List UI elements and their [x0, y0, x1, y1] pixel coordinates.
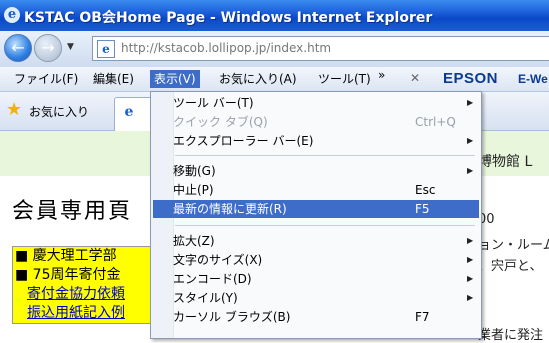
- navigation-bar: ← → ▼ e http://kstacob.lollipop.jp/index…: [0, 31, 549, 68]
- menu-separator: [175, 225, 475, 226]
- close-icon[interactable]: ✕: [410, 71, 420, 85]
- right-text: ョン・ルーム: [478, 238, 549, 253]
- menu-item-quick-tabs[interactable]: クイック タブ(Q) Ctrl+Q: [153, 113, 479, 131]
- menu-separator: [175, 155, 475, 156]
- back-button[interactable]: ←: [4, 34, 32, 62]
- right-text: 、宍戸と、: [478, 259, 543, 274]
- view-menu-dropdown: ツール バー(T) ▶ クイック タブ(Q) Ctrl+Q エクスプローラー バ…: [150, 91, 482, 339]
- submenu-arrow-icon: ▶: [467, 98, 474, 107]
- submenu-arrow-icon: ▶: [467, 236, 474, 245]
- right-text: 業者に発注: [478, 328, 544, 343]
- menu-item-explorer-bar[interactable]: エクスプローラー バー(E) ▶: [153, 132, 479, 150]
- title-bar: e KSTAC OB会Home Page - Windows Internet …: [0, 0, 549, 31]
- menu-overflow-icon[interactable]: »: [378, 68, 385, 82]
- menu-item-zoom[interactable]: 拡大(Z) ▶: [153, 232, 479, 250]
- notice-box: ■ 慶大理工学部 ■ 75周年寄付金 寄付金協力依頼 振込用紙記入例: [12, 246, 154, 324]
- submenu-arrow-icon: ▶: [467, 255, 474, 264]
- menu-tools[interactable]: ツール(T): [314, 70, 375, 88]
- menu-item-refresh[interactable]: 最新の情報に更新(R) F5: [153, 200, 479, 218]
- epson-web-button[interactable]: E-We: [518, 71, 548, 87]
- address-url[interactable]: http://kstacob.lollipop.jp/index.htm: [121, 41, 331, 55]
- notice-line: ■ 慶大理工学部: [15, 248, 117, 264]
- page-heading: 会員専用頁: [12, 199, 133, 224]
- menu-item-toolbar[interactable]: ツール バー(T) ▶: [153, 94, 479, 112]
- menu-item-style[interactable]: スタイル(Y) ▶: [153, 289, 479, 307]
- forward-button[interactable]: →: [34, 34, 62, 62]
- menu-item-stop[interactable]: 中止(P) Esc: [153, 181, 479, 199]
- submenu-arrow-icon: ▶: [467, 136, 474, 145]
- menu-item-go-to[interactable]: 移動(G) ▶: [153, 162, 479, 180]
- menu-item-text-size[interactable]: 文字のサイズ(X) ▶: [153, 251, 479, 269]
- menu-item-encoding[interactable]: エンコード(D) ▶: [153, 270, 479, 288]
- tab-page-icon: e: [124, 104, 134, 120]
- menu-file[interactable]: ファイル(F): [10, 70, 82, 88]
- favorites-star-icon[interactable]: ★: [6, 100, 22, 120]
- transfer-form-link[interactable]: 振込用紙記入例: [13, 304, 153, 323]
- menu-favorites[interactable]: お気に入り(A): [215, 70, 301, 88]
- donation-request-link[interactable]: 寄付金協力依頼: [13, 285, 153, 304]
- menu-bar: ファイル(F) 編集(E) 表示(V) お気に入り(A) ツール(T) » ✕ …: [0, 67, 549, 92]
- address-bar[interactable]: e http://kstacob.lollipop.jp/index.htm: [92, 36, 549, 61]
- submenu-arrow-icon: ▶: [467, 166, 474, 175]
- history-dropdown-icon[interactable]: ▼: [67, 42, 74, 52]
- ie-logo-icon: e: [4, 7, 20, 23]
- submenu-arrow-icon: ▶: [467, 274, 474, 283]
- menu-edit[interactable]: 編集(E): [89, 70, 138, 88]
- page-icon: e: [97, 40, 115, 58]
- menu-item-caret-browsing[interactable]: カーソル ブラウズ(B) F7: [153, 308, 479, 326]
- notice-line: ■ 75周年寄付金: [15, 267, 121, 283]
- epson-toolbar-logo[interactable]: EPSON: [443, 70, 498, 88]
- window-title: KSTAC OB会Home Page - Windows Internet Ex…: [24, 10, 433, 26]
- museum-link[interactable]: 博物館 L: [478, 151, 532, 171]
- favorites-label[interactable]: お気に入り: [29, 103, 89, 120]
- menu-view[interactable]: 表示(V): [150, 70, 200, 88]
- submenu-arrow-icon: ▶: [467, 293, 474, 302]
